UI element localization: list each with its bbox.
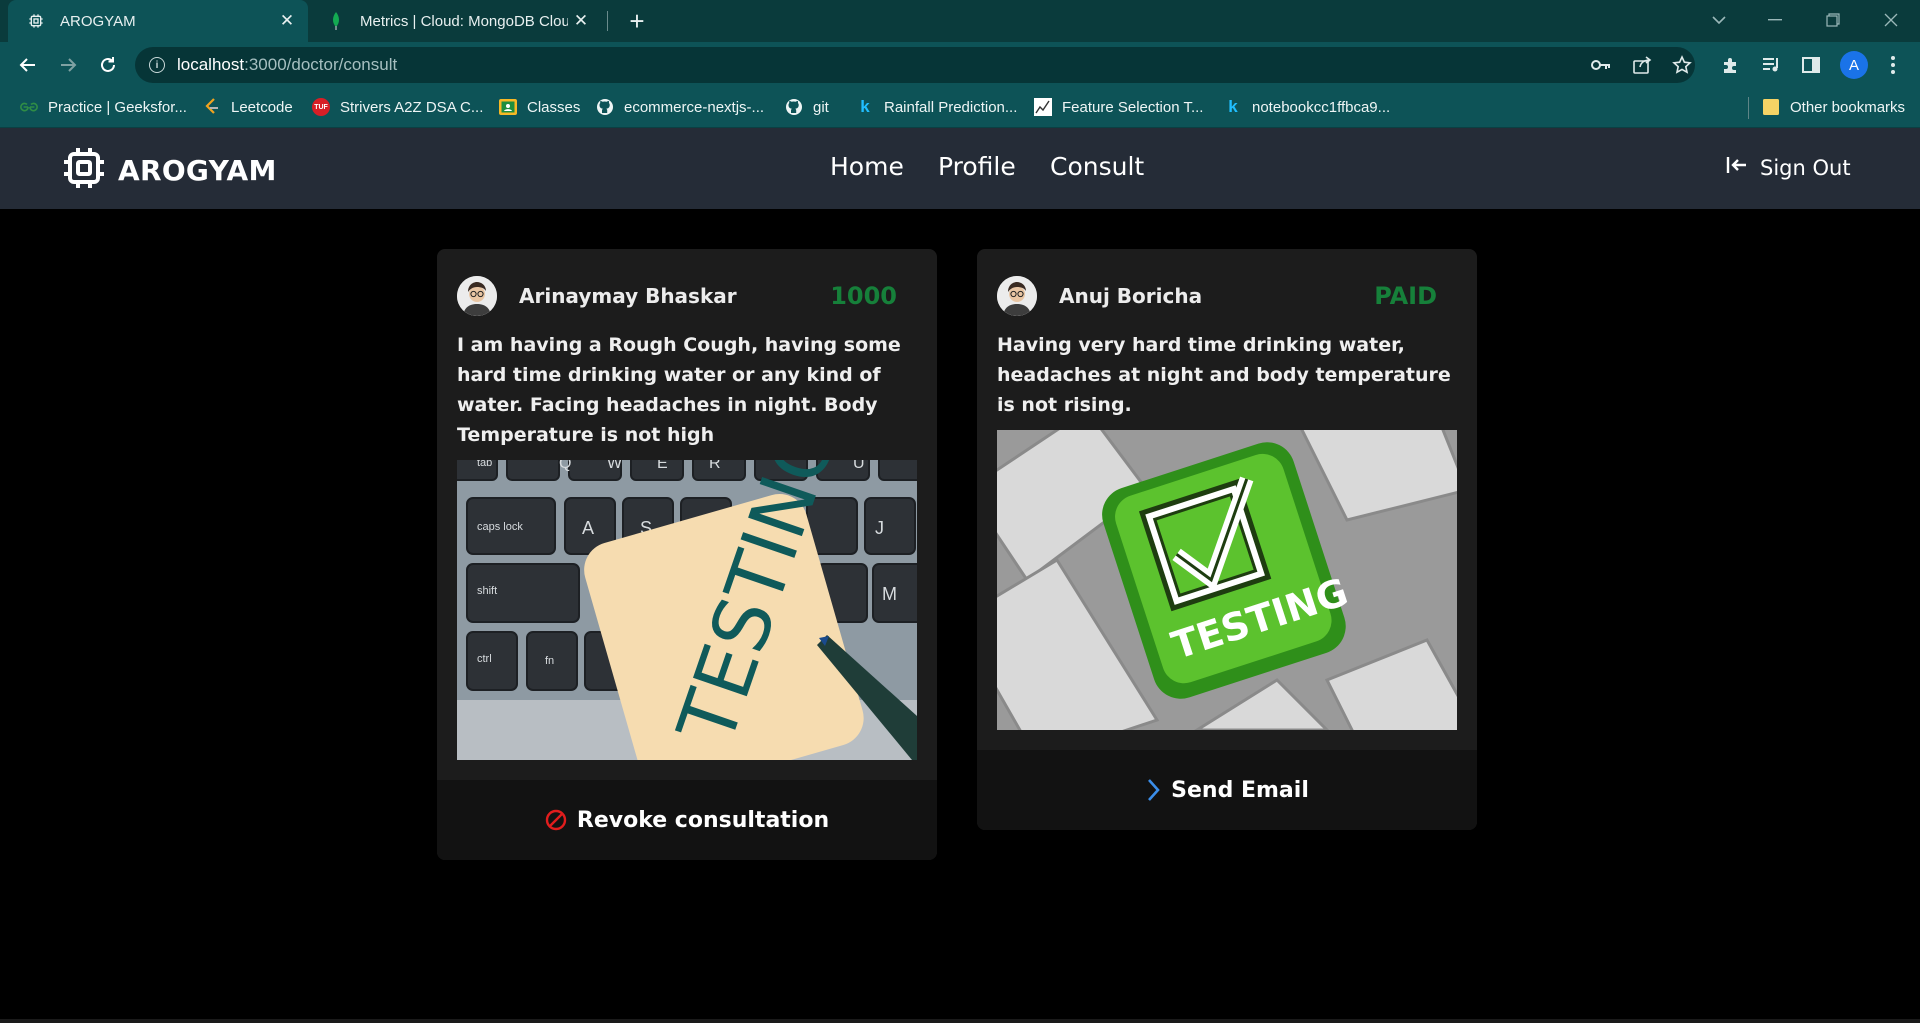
close-window-button[interactable] bbox=[1868, 0, 1914, 40]
app-navbar: AROGYAM Home Profile Consult Sign Out bbox=[0, 128, 1920, 209]
symptom-description: Having very hard time drinking water, he… bbox=[997, 334, 1451, 416]
svg-text:J: J bbox=[875, 518, 884, 538]
chip-icon bbox=[26, 11, 46, 31]
nav-consult[interactable]: Consult bbox=[1050, 152, 1144, 181]
address-bar[interactable]: i localhost:3000/doctor/consult bbox=[135, 47, 1695, 83]
gfg-icon bbox=[20, 98, 38, 116]
symptom-description: I am having a Rough Cough, having some h… bbox=[457, 334, 901, 446]
close-tab-icon[interactable]: ✕ bbox=[568, 8, 594, 34]
svg-text:shift: shift bbox=[477, 585, 497, 597]
svg-text:Q: Q bbox=[559, 460, 571, 472]
bookmark-rainfall-prediction[interactable]: k Rainfall Prediction... bbox=[856, 88, 1017, 126]
profile-avatar[interactable]: A bbox=[1840, 51, 1868, 79]
tab-divider bbox=[607, 11, 608, 31]
tab-arogyam[interactable]: AROGYAM ✕ bbox=[8, 0, 308, 42]
send-email-label: Send Email bbox=[1171, 777, 1309, 803]
patient-avatar bbox=[997, 276, 1037, 316]
consultation-card: Anuj Boricha PAID Having very hard time … bbox=[977, 249, 1477, 830]
bookmark-strivers[interactable]: TUF Strivers A2Z DSA C... bbox=[312, 88, 483, 126]
svg-text:A: A bbox=[582, 518, 594, 538]
mongodb-leaf-icon bbox=[326, 11, 346, 31]
key-icon[interactable] bbox=[1590, 54, 1612, 76]
consultation-fee: 1000 bbox=[830, 282, 897, 310]
kebab-menu-icon[interactable] bbox=[1882, 54, 1904, 76]
chip-logo-icon bbox=[62, 146, 106, 194]
tab-title: Metrics | Cloud: MongoDB Cloud bbox=[360, 12, 568, 30]
bookmark-git[interactable]: git bbox=[785, 88, 829, 126]
kaggle-icon: k bbox=[1228, 97, 1238, 116]
nav-home[interactable]: Home bbox=[830, 152, 904, 181]
classroom-icon bbox=[499, 98, 517, 116]
folder-icon bbox=[1762, 98, 1780, 116]
revoke-consultation-button[interactable]: Revoke consultation bbox=[437, 780, 937, 860]
chart-icon bbox=[1034, 98, 1052, 116]
nav-profile[interactable]: Profile bbox=[938, 152, 1016, 181]
send-email-button[interactable]: Send Email bbox=[977, 750, 1477, 830]
svg-text:E: E bbox=[657, 460, 668, 472]
svg-text:tab: tab bbox=[477, 460, 492, 469]
forward-arrow-icon[interactable] bbox=[52, 49, 84, 81]
other-bookmarks-folder[interactable]: Other bookmarks bbox=[1762, 88, 1905, 126]
payment-status-badge: PAID bbox=[1374, 282, 1437, 310]
bookmark-leetcode[interactable]: Leetcode bbox=[203, 88, 293, 126]
extensions-puzzle-icon[interactable] bbox=[1720, 54, 1742, 76]
bookmarks-bar: Practice | Geeksfor... Leetcode TUF Stri… bbox=[0, 88, 1920, 128]
reload-icon[interactable] bbox=[92, 49, 124, 81]
tab-mongodb[interactable]: Metrics | Cloud: MongoDB Cloud ✕ bbox=[312, 0, 602, 42]
svg-text:M: M bbox=[882, 584, 897, 604]
brand-name: AROGYAM bbox=[118, 153, 277, 187]
attached-image: tab Q W E R U caps lock A S J shift M ctrl fn TEST… bbox=[457, 460, 917, 760]
bookmark-notebook[interactable]: k notebookcc1ffbca9... bbox=[1224, 88, 1390, 126]
page-bottom-edge bbox=[0, 1019, 1920, 1023]
media-queue-icon[interactable] bbox=[1760, 54, 1782, 76]
svg-text:R: R bbox=[709, 460, 721, 472]
svg-text:ctrl: ctrl bbox=[477, 653, 492, 665]
chevron-right-icon bbox=[1145, 778, 1161, 802]
url-path: :3000/doctor/consult bbox=[244, 55, 398, 74]
bookmark-ecommerce-nextjs[interactable]: ecommerce-nextjs-... bbox=[596, 88, 764, 126]
new-tab-button[interactable]: + bbox=[622, 6, 652, 36]
bookmark-geeksforgeeks[interactable]: Practice | Geeksfor... bbox=[20, 88, 187, 126]
ban-icon bbox=[545, 809, 567, 831]
bookmark-classes[interactable]: Classes bbox=[499, 88, 580, 126]
sign-out-label: Sign Out bbox=[1760, 155, 1851, 180]
browser-tab-strip: AROGYAM ✕ Metrics | Cloud: MongoDB Cloud… bbox=[0, 0, 1920, 42]
sign-out-button[interactable]: Sign Out bbox=[1726, 155, 1851, 180]
restore-button[interactable] bbox=[1810, 0, 1856, 40]
url-host: localhost bbox=[177, 55, 245, 74]
revoke-label: Revoke consultation bbox=[576, 807, 830, 833]
attached-image: TESTING bbox=[997, 430, 1457, 730]
patient-name: Anuj Boricha bbox=[1059, 284, 1203, 308]
consultation-card: Arinaymay Bhaskar 1000 I am having a Rou… bbox=[437, 249, 937, 860]
github-icon bbox=[785, 98, 803, 116]
back-arrow-icon[interactable] bbox=[12, 49, 44, 81]
svg-text:fn: fn bbox=[545, 655, 554, 667]
minimize-button[interactable] bbox=[1752, 0, 1798, 40]
side-panel-icon[interactable] bbox=[1800, 54, 1822, 76]
leetcode-icon bbox=[203, 98, 221, 116]
bookmark-feature-selection[interactable]: Feature Selection T... bbox=[1034, 88, 1203, 126]
card-header: Arinaymay Bhaskar 1000 bbox=[457, 249, 917, 343]
sign-out-icon bbox=[1726, 155, 1748, 180]
patient-avatar bbox=[457, 276, 497, 316]
github-icon bbox=[596, 98, 614, 116]
svg-text:U: U bbox=[853, 460, 865, 472]
patient-name: Arinaymay Bhaskar bbox=[519, 284, 737, 308]
tab-title: AROGYAM bbox=[60, 12, 136, 30]
close-tab-icon[interactable]: ✕ bbox=[274, 8, 300, 34]
share-icon[interactable] bbox=[1631, 54, 1653, 76]
tuf-icon: TUF bbox=[312, 98, 330, 116]
brand-logo[interactable]: AROGYAM bbox=[62, 146, 277, 194]
kaggle-icon: k bbox=[860, 97, 870, 116]
svg-text:caps lock: caps lock bbox=[477, 521, 523, 533]
browser-toolbar: i localhost:3000/doctor/consult A bbox=[0, 42, 1920, 88]
site-info-icon[interactable]: i bbox=[149, 57, 165, 73]
svg-text:W: W bbox=[607, 460, 623, 472]
tab-search-icon[interactable] bbox=[1696, 0, 1742, 40]
bookmarks-divider bbox=[1748, 97, 1749, 119]
card-header: Anuj Boricha PAID bbox=[997, 249, 1457, 343]
bookmark-star-icon[interactable] bbox=[1671, 54, 1693, 76]
